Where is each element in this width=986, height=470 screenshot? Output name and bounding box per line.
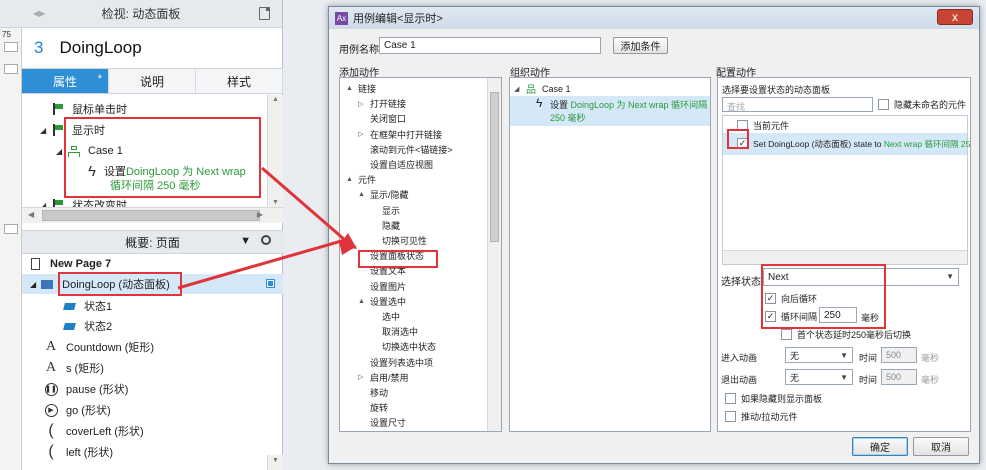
annotation-arrow [177, 166, 357, 290]
